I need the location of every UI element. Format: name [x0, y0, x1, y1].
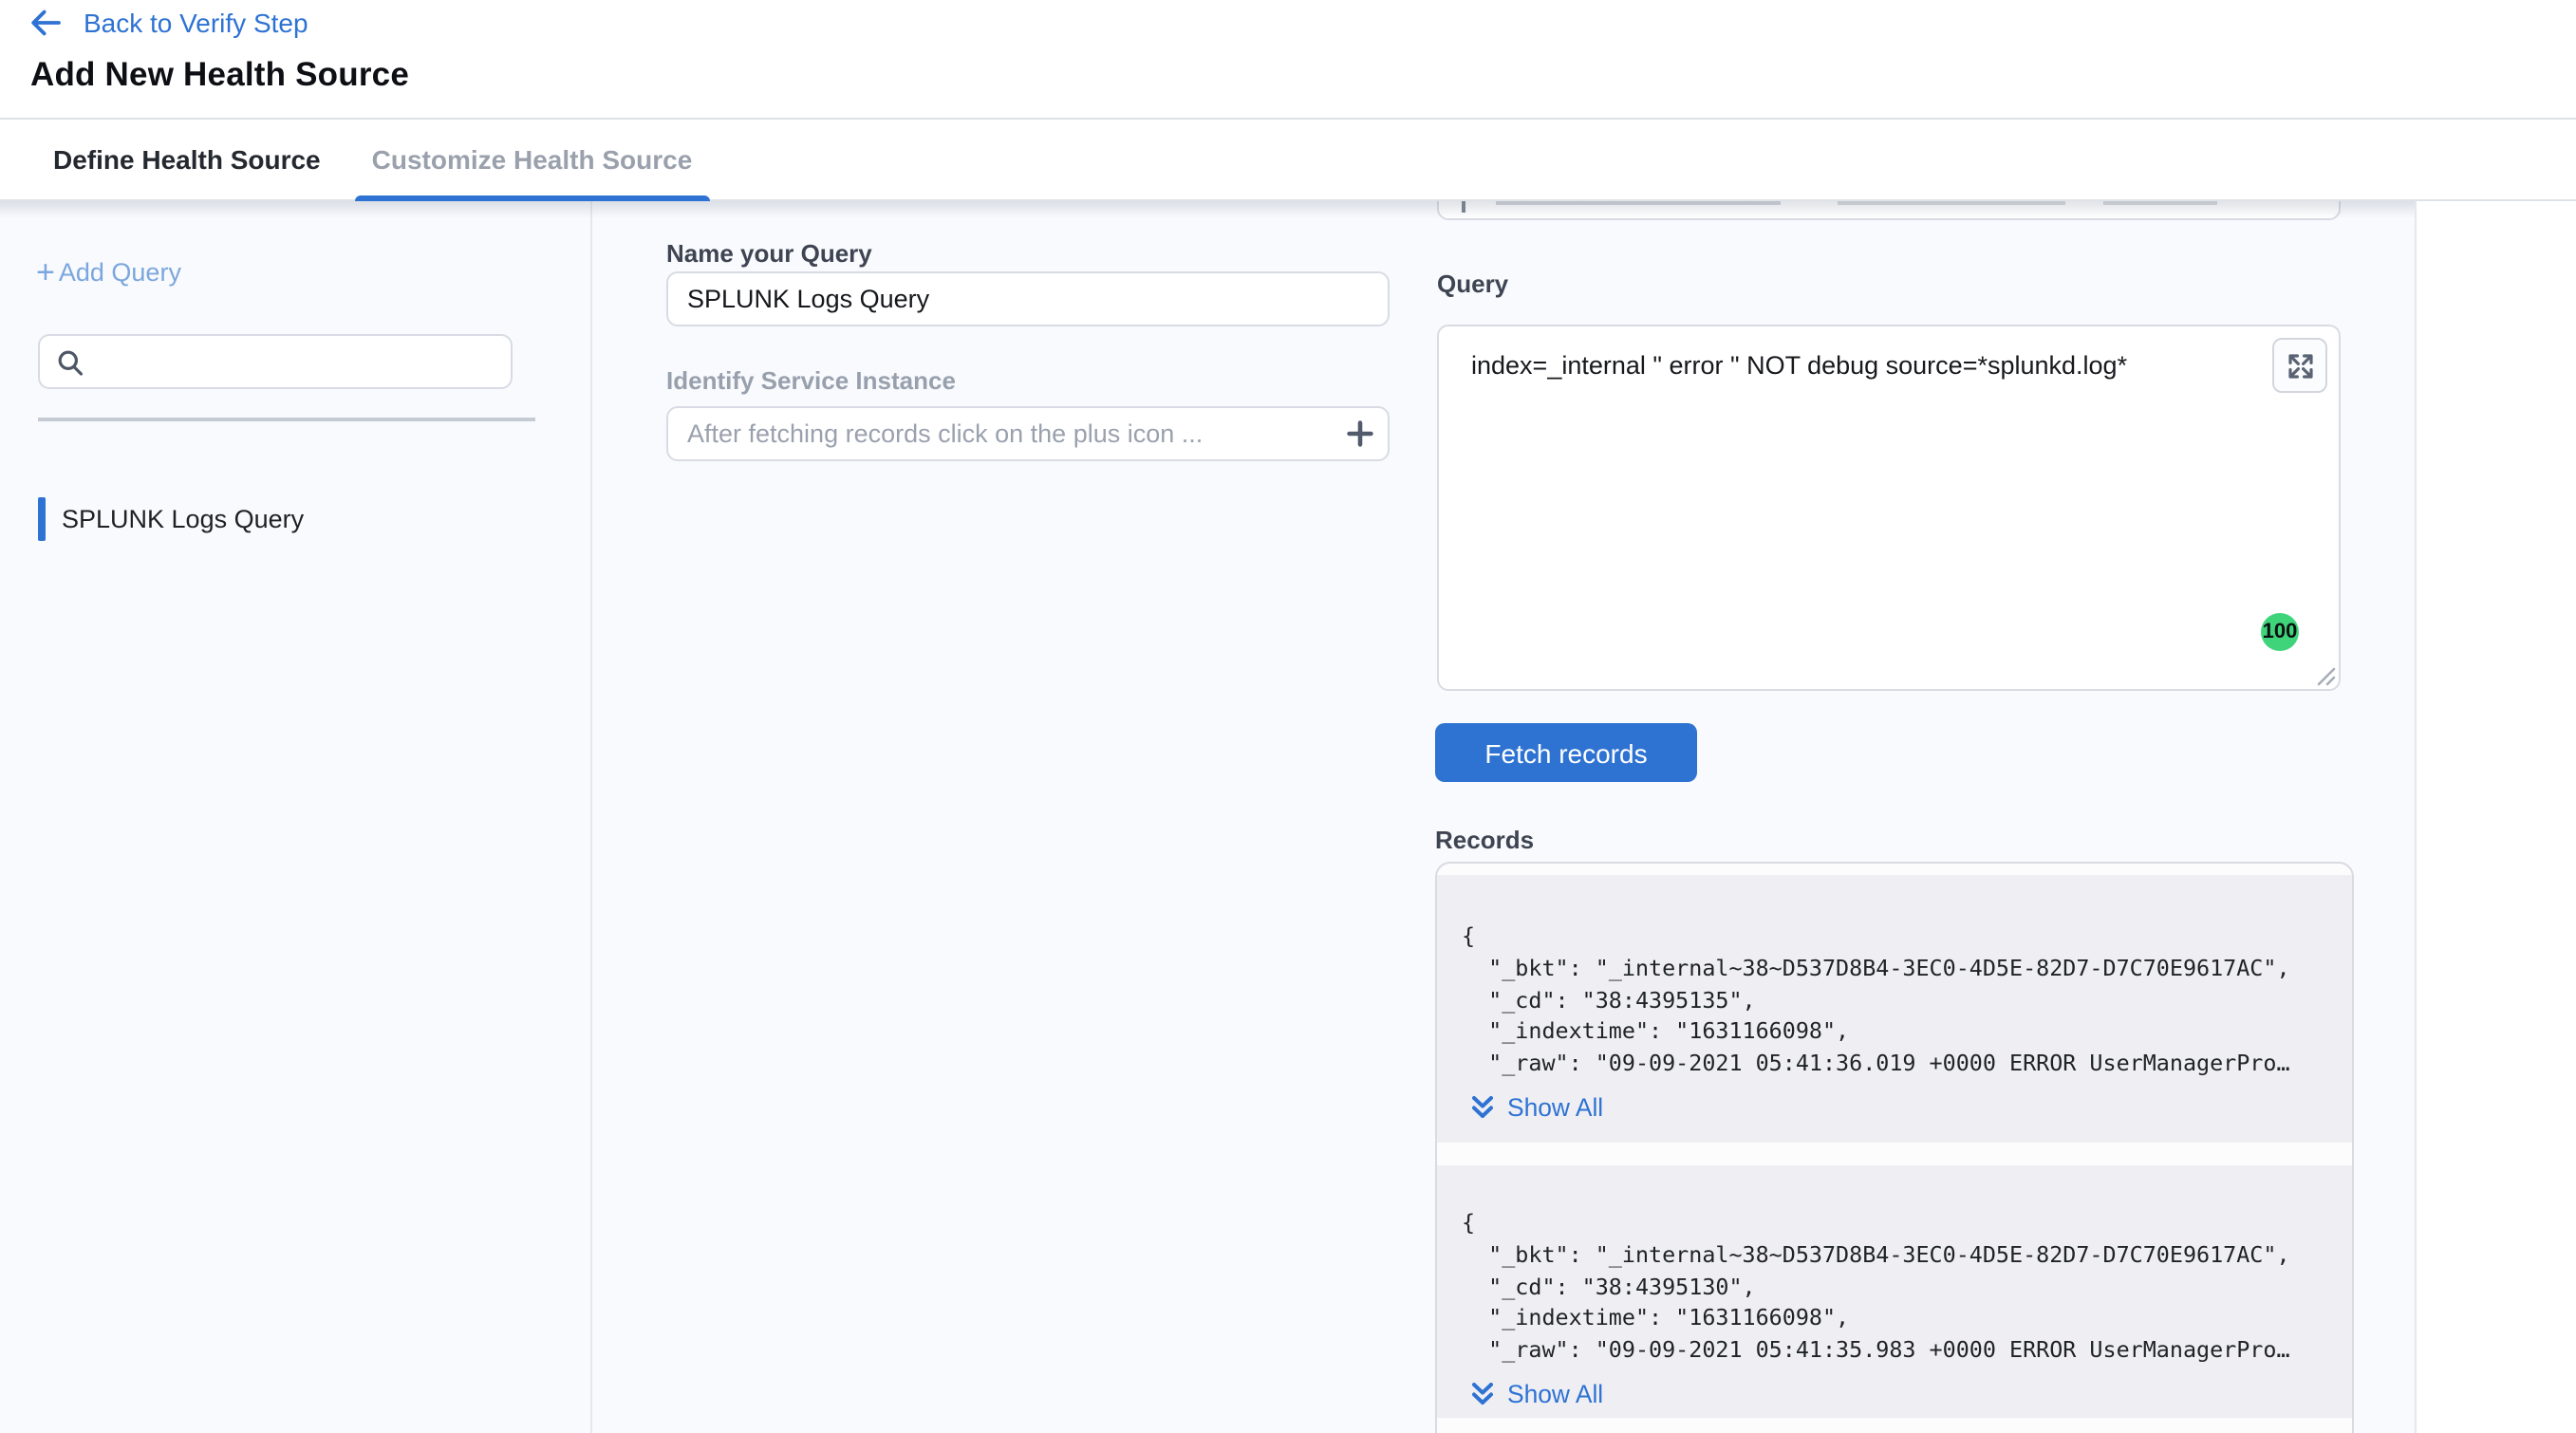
page-title: Add New Health Source — [30, 55, 409, 95]
search-icon — [57, 348, 84, 375]
sidebar-divider — [38, 418, 535, 420]
truncated-text-remnant — [1838, 201, 2065, 205]
add-health-source-page: Back to Verify Step Add New Health Sourc… — [0, 0, 2576, 1433]
tab-customize-health-source[interactable]: Customize Health Source — [355, 120, 710, 199]
expand-query-button[interactable] — [2272, 338, 2327, 393]
active-item-indicator — [38, 497, 45, 541]
show-all-label: Show All — [1507, 1380, 1603, 1408]
query-text: index=_internal " error " NOT debug sour… — [1471, 351, 2127, 380]
add-query-button[interactable]: + Add Query — [36, 258, 181, 287]
tab-define-health-source[interactable]: Define Health Source — [53, 120, 321, 199]
query-item-label: SPLUNK Logs Query — [62, 505, 304, 533]
double-chevron-down-icon — [1471, 1382, 1494, 1406]
show-all-link[interactable]: Show All — [1471, 1380, 1603, 1408]
customize-health-source-content: + Add Query SPLUNK Logs Query Name your … — [0, 201, 2417, 1433]
records-panel: { "_bkt": "_internal~38~D537D8B4-3EC0-4D… — [1435, 862, 2354, 1433]
query-name-input[interactable] — [666, 271, 1390, 326]
back-link-label: Back to Verify Step — [84, 8, 308, 38]
previous-field-partially-scrolled[interactable] — [1437, 201, 2341, 220]
record-json: { "_bkt": "_internal~38~D537D8B4-3EC0-4D… — [1462, 1207, 2327, 1367]
service-instance-plus-icon[interactable] — [1346, 419, 1374, 448]
query-sidebar: + Add Query SPLUNK Logs Query — [0, 201, 592, 1433]
query-search-input[interactable] — [95, 347, 475, 376]
record-card: { "_bkt": "_internal~38~D537D8B4-3EC0-4D… — [1437, 875, 2352, 1143]
arrow-left-icon — [30, 9, 61, 36]
expand-arrows-icon — [2287, 352, 2313, 379]
query-label: Query — [1437, 270, 1508, 298]
query-textarea[interactable]: index=_internal " error " NOT debug sour… — [1437, 325, 2341, 691]
show-all-label: Show All — [1507, 1093, 1603, 1122]
show-all-link[interactable]: Show All — [1471, 1093, 1603, 1122]
name-your-query-label: Name your Query — [666, 239, 872, 268]
identify-service-instance-label: Identify Service Instance — [666, 366, 956, 395]
double-chevron-down-icon — [1471, 1095, 1494, 1120]
record-count-badge: 100 — [2261, 613, 2299, 651]
truncated-text-remnant — [1462, 201, 1465, 213]
fetch-records-button[interactable]: Fetch records — [1435, 723, 1697, 782]
record-json: { "_bkt": "_internal~38~D537D8B4-3EC0-4D… — [1462, 921, 2327, 1080]
sidebar-item-splunk-logs-query[interactable]: SPLUNK Logs Query — [38, 497, 304, 541]
health-source-tabbar: Define Health Source Customize Health So… — [0, 118, 2576, 201]
add-query-label: Add Query — [59, 258, 181, 287]
service-instance-field-wrap — [666, 406, 1390, 461]
record-card: { "_bkt": "_internal~38~D537D8B4-3EC0-4D… — [1437, 1165, 2352, 1418]
truncated-text-remnant — [2103, 201, 2217, 205]
records-section-label: Records — [1435, 826, 1534, 854]
service-instance-input[interactable] — [666, 406, 1390, 461]
back-to-verify-step-link[interactable]: Back to Verify Step — [30, 8, 308, 38]
plus-icon: + — [36, 260, 55, 285]
query-search-box[interactable] — [38, 334, 513, 389]
truncated-text-remnant — [1496, 201, 1781, 205]
page-header: Back to Verify Step Add New Health Sourc… — [0, 0, 2576, 118]
textarea-resize-handle[interactable] — [2312, 662, 2337, 687]
